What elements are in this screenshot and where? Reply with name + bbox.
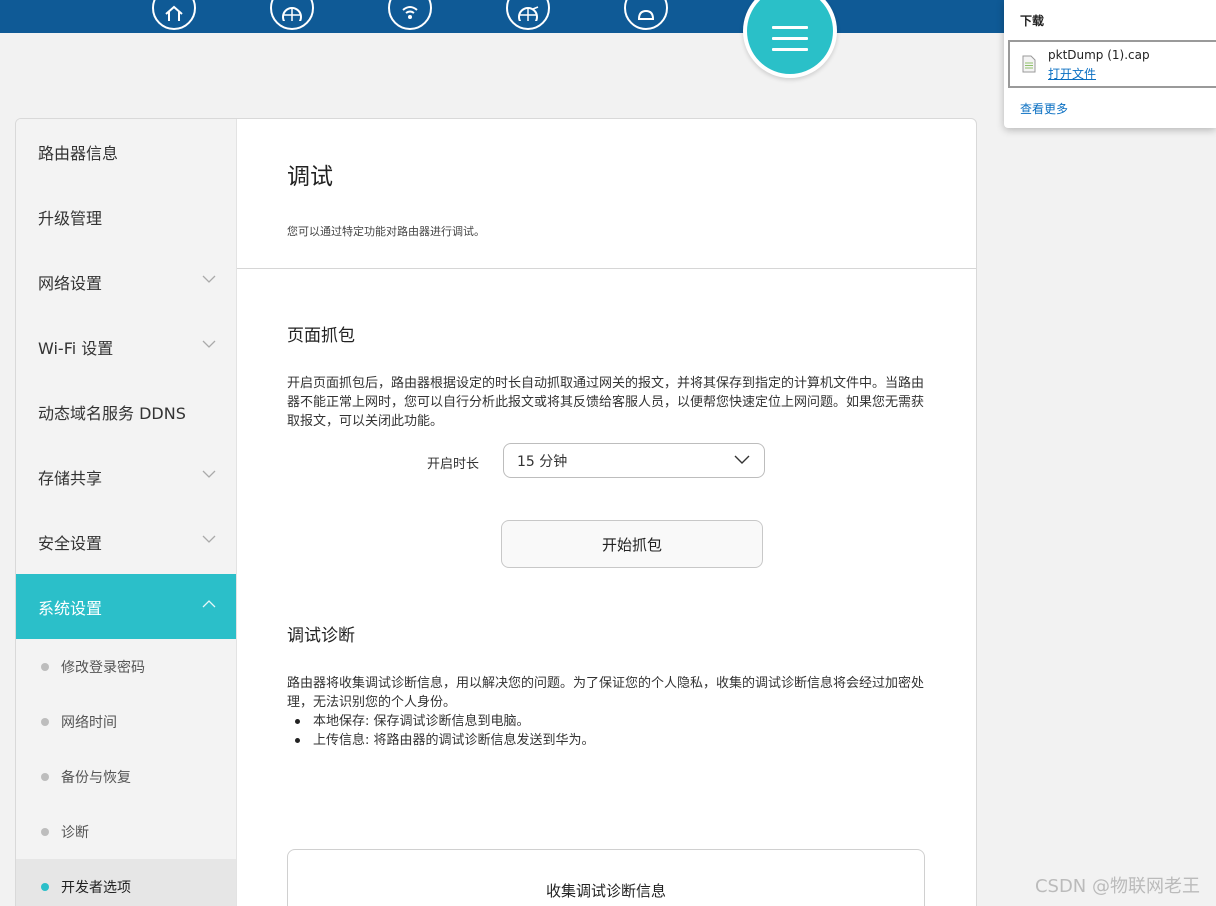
sidebar-item-wifi[interactable]: Wi-Fi 设置: [16, 314, 236, 379]
sidebar-item-label: 路由器信息: [38, 143, 119, 163]
download-file-name: pktDump (1).cap: [1048, 48, 1150, 62]
capture-section-title: 页面抓包: [287, 326, 355, 346]
sidebar-item-upgrade[interactable]: 升级管理: [16, 184, 236, 249]
collect-diagnosis-button[interactable]: 收集调试诊断信息: [287, 849, 925, 906]
chevron-down-icon: [734, 455, 750, 464]
user-icon[interactable]: [624, 0, 668, 30]
open-file-link[interactable]: 打开文件: [1048, 65, 1096, 82]
sidebar-item-label: 网络设置: [38, 273, 103, 293]
bullet-dot-icon: [41, 663, 49, 671]
sidebar-item-label: 系统设置: [38, 598, 103, 618]
sidebar-item-storage[interactable]: 存储共享: [16, 444, 236, 509]
duration-value: 15 分钟: [517, 453, 568, 470]
chevron-down-icon: [202, 470, 216, 478]
duration-label: 开启时长: [427, 457, 480, 472]
bullet-dot-icon: [41, 718, 49, 726]
sidebar-item-network[interactable]: 网络设置: [16, 249, 236, 314]
sidebar-subitem-label: 网络时间: [61, 714, 117, 731]
menu-icon[interactable]: [743, 0, 837, 78]
sidebar-subitem-developer[interactable]: 开发者选项: [16, 859, 236, 906]
globe-icon[interactable]: [270, 0, 314, 30]
diagnosis-section-title: 调试诊断: [287, 626, 355, 646]
collect-diagnosis-label: 收集调试诊断信息: [545, 882, 666, 900]
sidebar-item-router-info[interactable]: 路由器信息: [16, 119, 236, 184]
chevron-down-icon: [202, 275, 216, 283]
download-panel-title: 下载: [1020, 14, 1045, 28]
diagnosis-text: 路由器将收集调试诊断信息，用以解决您的问题。为了保证您的个人隐私，收集的调试诊断…: [287, 676, 925, 710]
sidebar-item-system[interactable]: 系统设置: [16, 574, 236, 639]
bullet-dot-icon: [41, 773, 49, 781]
sidebar-item-security[interactable]: 安全设置: [16, 509, 236, 574]
sidebar-subitem-label: 修改登录密码: [61, 659, 145, 676]
page-header: 调试 您可以通过特定功能对路由器进行调试。: [237, 119, 976, 269]
file-icon: [1022, 55, 1036, 73]
sidebar-subitem-diagnose[interactable]: 诊断: [16, 804, 236, 859]
page-title: 调试: [287, 164, 333, 190]
sidebar-subitem-password[interactable]: 修改登录密码: [16, 639, 236, 694]
wifi-icon[interactable]: [388, 0, 432, 30]
bullet-dot-icon: [41, 828, 49, 836]
list-item: 本地保存: 保存调试诊断信息到电脑。: [287, 712, 927, 731]
home-icon[interactable]: [152, 0, 196, 30]
settings-card: 路由器信息 升级管理 网络设置 Wi-Fi 设置 动态域名服务 DDNS 存储共…: [15, 118, 977, 906]
download-item[interactable]: pktDump (1).cap 打开文件: [1008, 40, 1216, 88]
see-more-link[interactable]: 查看更多: [1020, 100, 1068, 117]
sidebar-subitem-network-time[interactable]: 网络时间: [16, 694, 236, 749]
capture-description: 开启页面抓包后，路由器根据设定的时长自动抓取通过网关的报文，并将其保存到指定的计…: [287, 376, 925, 429]
sidebar-subitem-label: 开发者选项: [61, 879, 131, 896]
globe-sync-icon[interactable]: [506, 0, 550, 30]
sidebar-item-label: Wi-Fi 设置: [38, 338, 114, 358]
sidebar-item-label: 存储共享: [38, 468, 103, 488]
main-content: 调试 您可以通过特定功能对路由器进行调试。 页面抓包 开启页面抓包后，路由器根据…: [237, 119, 976, 906]
sidebar-item-label: 安全设置: [38, 533, 103, 553]
watermark: CSDN @物联网老王: [1034, 876, 1200, 897]
chevron-down-icon: [202, 340, 216, 348]
sidebar-subitem-backup[interactable]: 备份与恢复: [16, 749, 236, 804]
start-capture-label: 开始抓包: [601, 535, 662, 554]
list-item: 上传信息: 将路由器的调试诊断信息发送到华为。: [287, 731, 927, 750]
page-description: 您可以通过特定功能对路由器进行调试。: [287, 225, 485, 238]
sidebar-item-label: 动态域名服务 DDNS: [38, 403, 186, 423]
sidebar: 路由器信息 升级管理 网络设置 Wi-Fi 设置 动态域名服务 DDNS 存储共…: [16, 119, 237, 906]
diagnosis-bullet-list: 本地保存: 保存调试诊断信息到电脑。 上传信息: 将路由器的调试诊断信息发送到华…: [287, 712, 927, 750]
sidebar-item-label: 升级管理: [38, 208, 103, 228]
chevron-up-icon: [202, 600, 216, 608]
bullet-dot-icon: [41, 883, 49, 891]
duration-select[interactable]: 15 分钟: [503, 443, 765, 478]
sidebar-item-ddns[interactable]: 动态域名服务 DDNS: [16, 379, 236, 444]
diagnosis-description: 路由器将收集调试诊断信息，用以解决您的问题。为了保证您的个人隐私，收集的调试诊断…: [287, 674, 927, 750]
sidebar-subitem-label: 诊断: [61, 824, 89, 841]
sidebar-subitem-label: 备份与恢复: [61, 769, 131, 786]
start-capture-button[interactable]: 开始抓包: [501, 520, 763, 568]
chevron-down-icon: [202, 535, 216, 543]
download-panel: 下载 pktDump (1).cap 打开文件 查看更多: [1004, 0, 1216, 128]
